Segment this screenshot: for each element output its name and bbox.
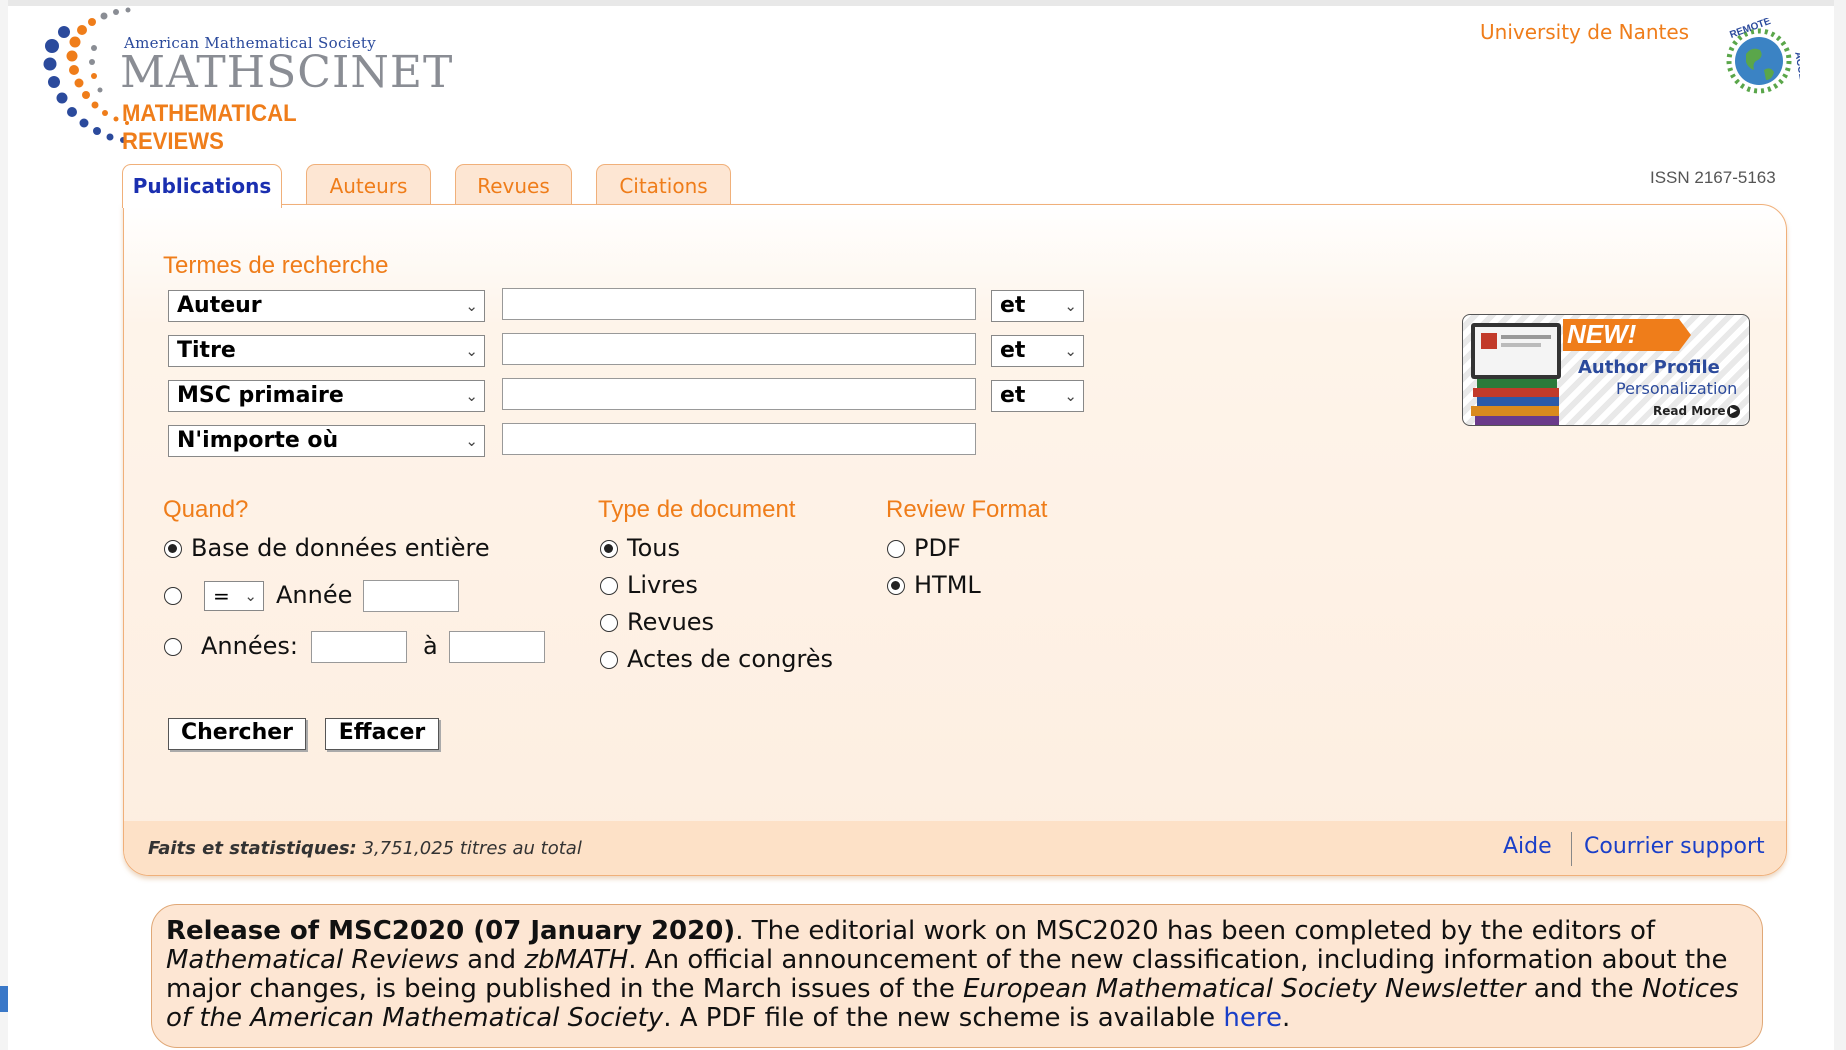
search-input-2[interactable] [502,333,976,365]
to-label: à [423,632,438,660]
operator-select-3[interactable]: et ⌄ [991,380,1084,412]
news-box: Release of MSC2020 (07 January 2020). Th… [151,904,1763,1048]
field-select-1-value: Auteur [177,293,262,318]
chevron-down-icon: ⌄ [1064,297,1077,315]
when-all-label: Base de données entière [191,534,490,562]
product-name: MATHSCINET [120,47,454,98]
search-input-4[interactable] [502,423,976,455]
promo-read-more: Read More [1653,404,1726,418]
news-here-link[interactable]: here [1223,1003,1282,1033]
years-label: Années: [201,632,298,660]
arrow-right-icon: ▶ [1727,405,1740,418]
year-compare-value: = [213,584,230,608]
tab-auteurs[interactable]: Auteurs [306,164,431,206]
mathscinet-logo[interactable]: American Mathematical Society MATHSCINET… [42,6,452,155]
operator-select-1[interactable]: et ⌄ [991,290,1084,322]
format-pdf-radio[interactable] [887,540,905,558]
news-text-5: . A PDF file of the new scheme is availa… [663,1003,1224,1033]
tab-citations[interactable]: Citations [596,164,731,206]
chevron-down-icon: ⌄ [465,432,478,450]
news-journal-3: European Mathematical Society Newsletter [963,974,1526,1004]
doc-type-proceedings-radio[interactable] [600,651,618,669]
tab-revues[interactable]: Revues [455,164,572,206]
when-all-radio[interactable] [164,540,182,558]
support-link[interactable]: Courrier support [1584,834,1765,859]
doc-type-journals-radio[interactable] [600,614,618,632]
when-heading: Quand? [163,496,249,523]
field-select-1[interactable]: Auteur ⌄ [168,290,485,322]
news-journal-2: zbMATH [524,945,629,975]
news-title: Release of MSC2020 (07 January 2020) [166,916,736,946]
when-range-radio[interactable] [164,638,182,656]
promo-line2: Personalization [1616,379,1738,398]
chevron-down-icon: ⌄ [1064,387,1077,405]
clear-button[interactable]: Effacer [325,718,439,750]
operator-select-2-value: et [1000,338,1026,363]
chevron-down-icon: ⌄ [1064,342,1077,360]
year-from-input[interactable] [311,631,407,663]
chevron-down-icon: ⌄ [465,387,478,405]
field-select-4[interactable]: N'importe où ⌄ [168,425,485,457]
search-button[interactable]: Chercher [168,718,306,750]
field-select-3-value: MSC primaire [177,383,344,408]
news-text-4: and the [1525,974,1642,1004]
promo-line1: Author Profile [1578,357,1720,378]
footer-divider [1571,832,1572,866]
search-terms-heading: Termes de recherche [163,252,389,279]
tab-publications[interactable]: Publications [122,164,282,208]
news-journal-1: Mathematical Reviews [166,945,459,975]
search-input-1[interactable] [502,288,976,320]
stats-text: Faits et statistiques: 3,751,025 titres … [148,838,582,859]
review-format-heading: Review Format [886,496,1048,523]
field-select-2[interactable]: Titre ⌄ [168,335,485,367]
format-pdf-label: PDF [914,534,961,562]
field-select-3[interactable]: MSC primaire ⌄ [168,380,485,412]
chevron-down-icon: ⌄ [465,297,478,315]
when-year-radio[interactable] [164,587,182,605]
chevron-down-icon: ⌄ [465,342,478,360]
format-html-label: HTML [914,571,981,599]
operator-select-1-value: et [1000,293,1026,318]
remote-access-icon[interactable]: REMOTE ACCESS [1718,18,1800,100]
chevron-down-icon: ⌄ [244,587,257,605]
issn-label: ISSN 2167-5163 [1650,168,1776,187]
field-select-2-value: Titre [177,338,236,363]
field-select-4-value: N'importe où [177,428,339,453]
help-link[interactable]: Aide [1503,834,1552,859]
news-text-1: . The editorial work on MSC2020 has been… [735,916,1656,946]
institution-name: University de Nantes [1480,20,1690,44]
author-profile-promo[interactable]: NEW! Author Profile Personalization Read… [1462,314,1750,426]
operator-select-2[interactable]: et ⌄ [991,335,1084,367]
product-subtitle: MATHEMATICAL REVIEWS [122,100,297,155]
left-strip [0,0,8,1050]
doc-type-all-radio[interactable] [600,540,618,558]
doc-type-all-label: Tous [627,534,680,562]
scrollbar[interactable] [1834,0,1846,1050]
year-compare-select[interactable]: = ⌄ [204,581,264,611]
stats-label: Faits et statistiques: [148,838,357,859]
news-text-6: . [1281,1003,1291,1033]
year-label: Année [276,581,353,609]
left-marker [0,986,8,1012]
doc-type-proceedings-label: Actes de congrès [627,645,834,673]
news-text-2: and [458,945,525,975]
doc-type-journals-label: Revues [627,608,715,636]
stats-value: 3,751,025 titres au total [362,838,582,859]
operator-select-3-value: et [1000,383,1026,408]
promo-badge: NEW! [1567,319,1637,349]
doc-type-heading: Type de document [598,496,796,523]
doc-type-books-label: Livres [627,571,698,599]
svg-text:ACCESS: ACCESS [1792,51,1800,94]
format-html-radio[interactable] [887,577,905,595]
year-to-input[interactable] [449,631,545,663]
year-input[interactable] [363,580,459,612]
search-input-3[interactable] [502,378,976,410]
doc-type-books-radio[interactable] [600,577,618,595]
